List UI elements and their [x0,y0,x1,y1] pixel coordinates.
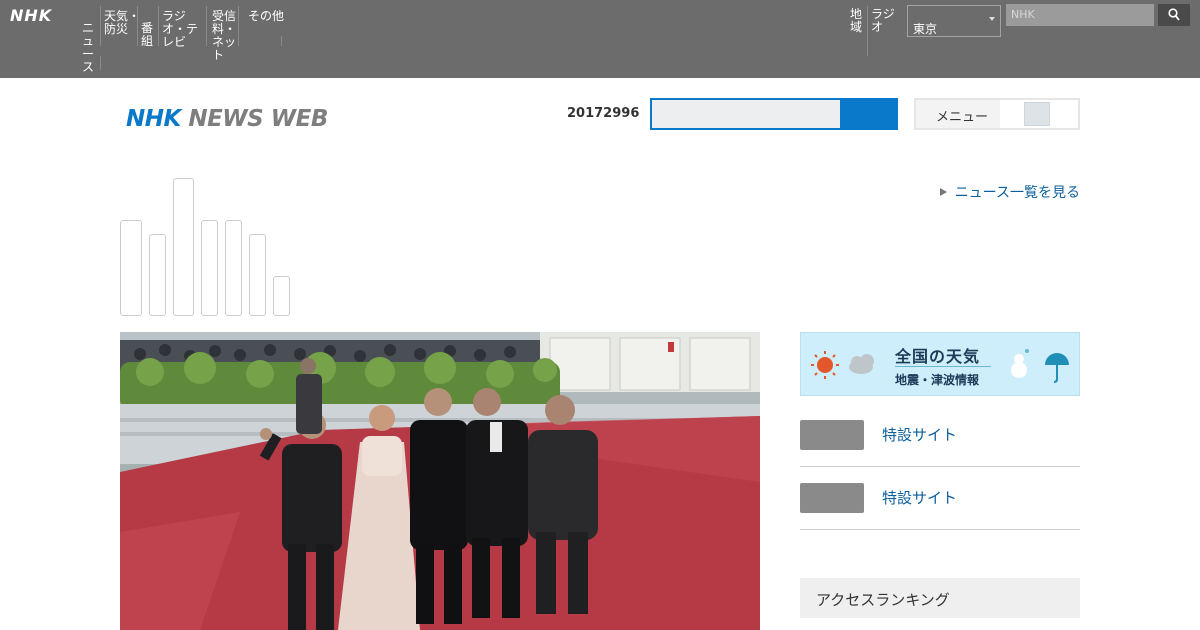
top-search-placeholder: NHK [1011,8,1035,21]
nav-separator [867,6,868,56]
region-select[interactable]: 東京 [907,5,1001,37]
snowman-icon [1011,349,1029,378]
top-navigation-bar: NHK ニュース 天気・防災 番組 ラジオ・テレビ 受信料・ネット その他 地域… [0,0,1200,78]
side-link-thumbnail [800,483,864,513]
top-item-radio[interactable]: ラジオ [871,8,905,34]
chart-bar [149,234,166,316]
side-link-label: 特設サイト [882,489,958,507]
side-link-thumbnail [800,420,864,450]
ranking-header[interactable]: アクセスランキング [800,578,1080,618]
top-search-input[interactable]: NHK [1006,4,1154,26]
news-list-link-label: ニュース一覧を見る [954,185,1080,201]
headline-photo[interactable] [120,332,760,630]
search-icon [1168,8,1180,21]
nav-separator [100,56,101,70]
nav-separator [158,6,159,46]
news-search-input[interactable] [650,98,842,130]
menu-toggle-knob [1024,102,1050,126]
side-link-label: 特設サイト [882,426,958,444]
chart-bar [249,234,266,316]
chart-bar [120,220,142,316]
weather-banner[interactable]: 全国の天気 地震・津波情報 [800,332,1080,396]
top-search-button[interactable] [1158,4,1190,26]
news-list-link[interactable]: ニュース一覧を見る [939,182,1080,202]
sun-icon [811,351,839,379]
nav-item-programs[interactable]: 番組 [141,22,155,48]
region-select-value: 東京 [913,22,938,36]
nav-separator [206,6,207,46]
chevron-down-icon [989,17,995,21]
date-text: 20172996 [567,106,640,121]
nav-item-radio-tv[interactable]: ラジオ・テレビ [162,10,200,49]
menu-toggle[interactable]: メニュー [914,98,1080,130]
brand-news-web: NEWS WEB [188,106,328,132]
bar-chart [120,170,300,316]
nav-separator [100,6,101,46]
quake-title: 地震・津波情報 [895,373,980,387]
menu-label: メニュー [936,110,989,125]
brand-nhk: NHK [126,106,181,132]
nav-separator [281,36,282,46]
nav-separator [238,6,239,46]
news-search-button[interactable] [841,98,898,130]
red-carpet-photo [120,332,760,630]
chart-bar [173,178,194,316]
weather-divider [895,366,991,367]
nav-item-weather[interactable]: 天気・防災 [104,10,140,36]
ranking-header-label: アクセスランキング [816,591,950,609]
weather-title: 全国の天気 [895,347,981,366]
nav-separator [137,6,138,46]
nav-item-news[interactable]: ニュース [82,22,98,74]
cloud-icon [849,354,874,374]
nav-item-fee[interactable]: 受信料・ネット [212,10,238,62]
chart-bar [273,276,290,316]
side-link-item[interactable]: 特設サイト [800,483,1080,530]
umbrella-icon [1045,353,1069,383]
side-link-item[interactable]: 特設サイト [800,420,1080,467]
nhk-logo[interactable]: NHK [10,6,52,25]
triangle-right-icon [939,188,947,196]
nav-item-other[interactable]: その他 [248,10,286,23]
chart-bar [201,220,218,316]
news-web-logo[interactable]: NHK NEWS WEB [126,106,328,132]
chart-bar [225,220,242,316]
top-item-region[interactable]: 地域 [850,8,866,34]
